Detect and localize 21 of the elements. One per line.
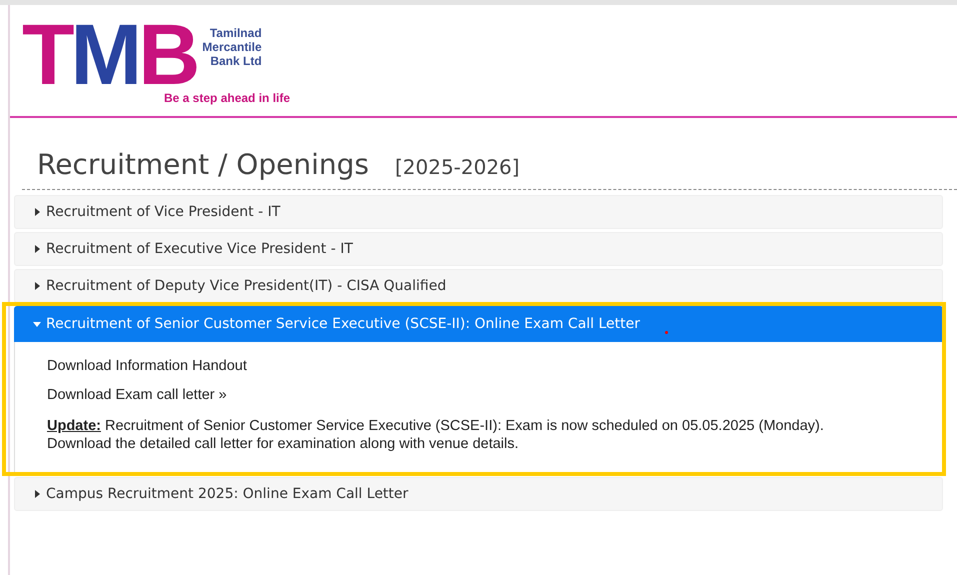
accordion-header[interactable]: Recruitment of Deputy Vice President(IT) - CISA Qualified [14, 269, 943, 303]
accordion-header[interactable]: Recruitment of Executive Vice President - IT [14, 232, 943, 266]
tagline: Be a step ahead in life [164, 91, 290, 105]
caret-icon [33, 282, 41, 290]
year-range: [2025-2026] [394, 155, 520, 179]
accordion-header[interactable]: Recruitment of Senior Customer Service Executive (SCSE-II): Online Exam Call Letter [14, 306, 943, 342]
caret-icon [33, 320, 41, 328]
caret-icon [33, 245, 41, 253]
update-notice: Update: Recruitment of Senior Customer Service Executive (SCSE-II): Exam is now scheduled on 05.05.2025 (Monday). Download the detailed call letter for examination along with venue details. [47, 417, 825, 453]
caret-icon [33, 208, 41, 216]
bank-name: Bank Ltd [209, 54, 262, 68]
bank-name: Tamilnad [208, 26, 262, 40]
marker-dot [665, 331, 668, 334]
caret-icon [33, 490, 41, 498]
download-link[interactable]: Download Exam call letter » [47, 387, 227, 403]
bank-logo-mark: TMB [22, 17, 196, 93]
page-title: Recruitment / Openings [37, 148, 369, 181]
accordion-header[interactable]: Campus Recruitment 2025: Online Exam Call Letter [14, 477, 943, 511]
bank-name: Mercantile [202, 40, 262, 54]
download-link[interactable]: Download Information Handout [47, 358, 247, 374]
accordion-header[interactable]: Recruitment of Vice President - IT [14, 195, 943, 229]
